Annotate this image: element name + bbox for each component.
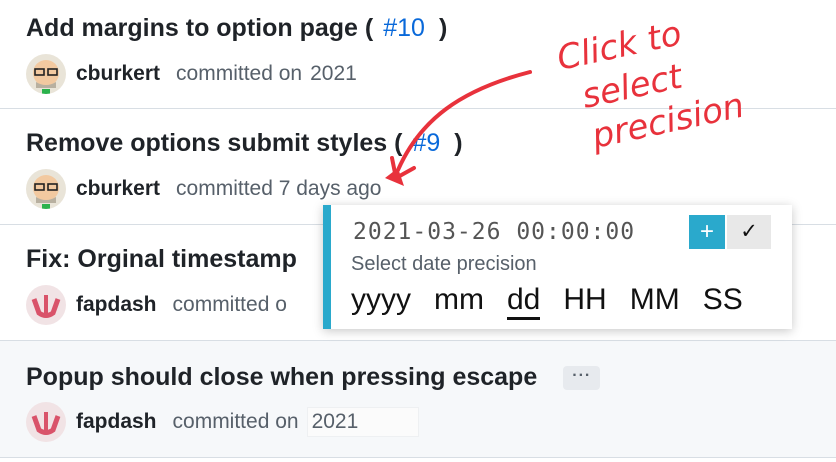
expand-message-button[interactable]: ··· (563, 366, 601, 391)
commit-row: Add margins to option page (#10) cburker… (0, 0, 836, 109)
commit-title[interactable]: Fix: Orginal timestamp (26, 245, 297, 274)
author-name[interactable]: fapdash (76, 410, 157, 434)
precision-option-MM[interactable]: MM (630, 283, 680, 320)
precision-option-SS[interactable]: SS (703, 283, 743, 320)
precision-hint: Select date precision (351, 253, 537, 275)
precision-option-yyyy[interactable]: yyyy (351, 283, 411, 320)
commit-time-label: committed on (176, 62, 303, 85)
commit-title[interactable]: Add margins to option page (#10) (26, 14, 447, 43)
precision-options: yyyy mm dd HH MM SS (351, 283, 743, 320)
commit-time-label: committed o (172, 293, 287, 316)
author-name[interactable]: cburkert (76, 177, 160, 201)
author-name[interactable]: cburkert (76, 62, 160, 86)
commit-title[interactable]: Popup should close when pressing escape ·… (26, 363, 601, 392)
date-precision-popup: 2021-03-26 00:00:00 + ✓ Select date prec… (323, 205, 792, 329)
commit-date: 2021 (310, 62, 357, 85)
pr-link[interactable]: #10 (383, 14, 425, 42)
commit-time-label: committed 7 days ago (176, 177, 382, 200)
commit-date: 2021 (306, 407, 420, 437)
avatar[interactable] (26, 169, 66, 209)
commit-row: Popup should close when pressing escape ·… (0, 341, 836, 458)
avatar[interactable] (26, 54, 66, 94)
author-name[interactable]: fapdash (76, 293, 157, 317)
avatar[interactable] (26, 402, 66, 442)
commit-title[interactable]: Remove options submit styles (#9) (26, 129, 463, 158)
precision-option-dd[interactable]: dd (506, 283, 541, 320)
pr-link[interactable]: #9 (412, 129, 440, 157)
precision-option-HH[interactable]: HH (563, 283, 606, 320)
timestamp-display: 2021-03-26 00:00:00 (353, 219, 636, 245)
precision-option-mm[interactable]: mm (434, 283, 484, 320)
confirm-button[interactable]: ✓ (727, 215, 771, 249)
commit-time-label: committed on (172, 410, 299, 433)
plus-button[interactable]: + (689, 215, 725, 249)
avatar[interactable] (26, 285, 66, 325)
